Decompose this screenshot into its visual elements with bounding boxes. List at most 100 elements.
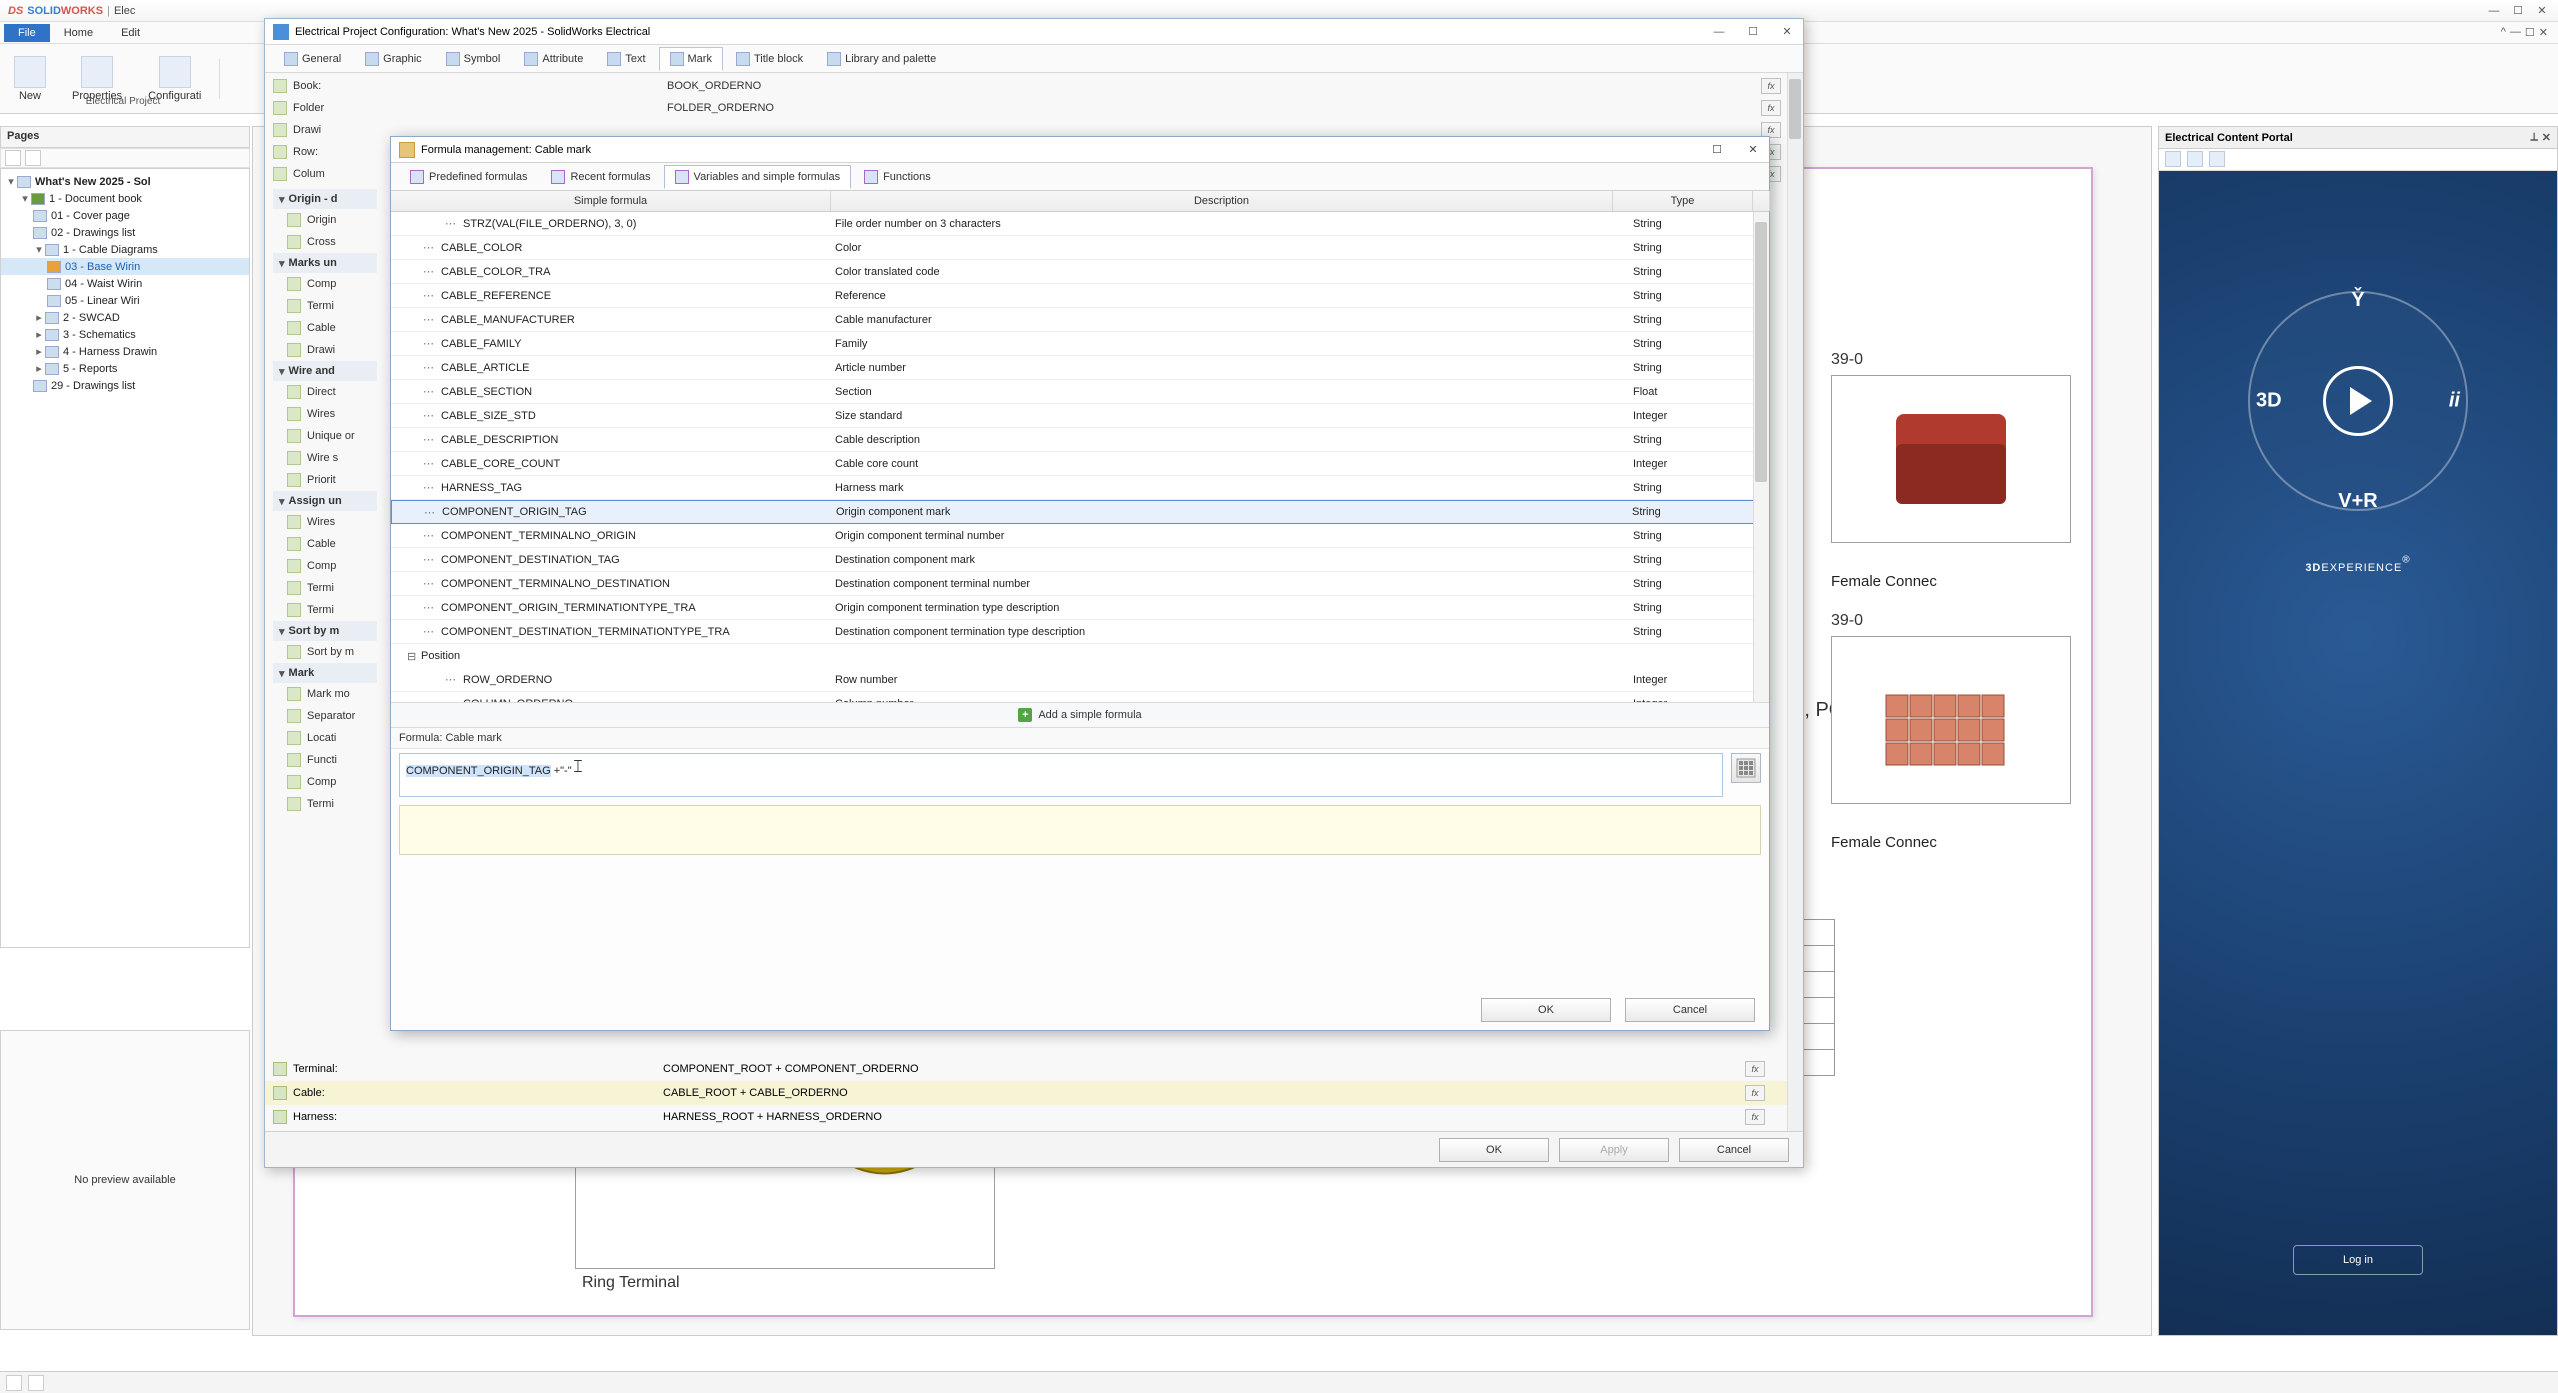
compass-play-button[interactable] — [2323, 366, 2393, 436]
add-simple-formula-button[interactable]: + Add a simple formula — [391, 702, 1769, 728]
config-cat-item[interactable]: Wires — [273, 403, 377, 425]
menu-file[interactable]: File — [4, 24, 50, 42]
menu-edit[interactable]: Edit — [107, 24, 154, 42]
formula-maximize[interactable]: ☐ — [1709, 142, 1725, 158]
formula-row[interactable]: ⋯ROW_ORDERNORow numberInteger — [391, 668, 1769, 692]
config-tab-text[interactable]: Text — [596, 47, 656, 71]
col-simple-formula[interactable]: Simple formula — [391, 191, 831, 211]
formula-row[interactable]: ⋯COMPONENT_ORIGIN_TAGOrigin component ma… — [391, 500, 1769, 524]
tree-swcad[interactable]: ▸2 - SWCAD — [1, 309, 249, 326]
win-maximize[interactable]: ☐ — [2510, 3, 2526, 19]
fx-button[interactable]: fx — [1745, 1061, 1765, 1077]
config-close[interactable]: ✕ — [1779, 24, 1795, 40]
pages-tool-1[interactable] — [5, 150, 21, 166]
menu-home[interactable]: Home — [50, 24, 107, 42]
config-maximize[interactable]: ☐ — [1745, 24, 1761, 40]
config-cat-item[interactable]: Origin — [273, 209, 377, 231]
ecp-globe-icon[interactable] — [2209, 151, 2225, 167]
config-bottom-row[interactable]: Harness:HARNESS_ROOT + HARNESS_ORDERNOfx — [265, 1105, 1787, 1129]
config-tab-title-block[interactable]: Title block — [725, 47, 814, 71]
status-search-icon[interactable] — [6, 1375, 22, 1391]
formula-ok-button[interactable]: OK — [1481, 998, 1611, 1022]
ecp-pin-icon[interactable]: ⟂ — [2530, 131, 2537, 144]
config-bottom-row[interactable]: Cable:CABLE_ROOT + CABLE_ORDERNOfx — [265, 1081, 1787, 1105]
formula-grid[interactable]: ⋯STRZ(VAL(FILE_ORDERNO), 3, 0)File order… — [391, 212, 1769, 702]
formula-tab-variables-and-simple-formulas[interactable]: Variables and simple formulas — [664, 165, 852, 189]
config-cat-item[interactable]: Termi — [273, 599, 377, 621]
config-cat-item[interactable]: Sort by m — [273, 641, 377, 663]
formula-row[interactable]: ⋯COMPONENT_TERMINALNO_DESTINATIONDestina… — [391, 572, 1769, 596]
config-cat-item[interactable]: Locati — [273, 727, 377, 749]
tree-drawings29[interactable]: 29 - Drawings list — [1, 377, 249, 394]
formula-tab-functions[interactable]: Functions — [853, 165, 942, 189]
formula-row[interactable]: ⋯CABLE_DESCRIPTIONCable descriptionStrin… — [391, 428, 1769, 452]
config-cat-item[interactable]: Termi — [273, 295, 377, 317]
compass-east[interactable]: ii — [2449, 390, 2460, 413]
field-value[interactable]: FOLDER_ORDERNO — [663, 102, 1761, 114]
tree-drawings-list[interactable]: 02 - Drawings list — [1, 224, 249, 241]
col-description[interactable]: Description — [831, 191, 1613, 211]
ecp-browse-icon[interactable] — [2187, 151, 2203, 167]
config-cat-item[interactable]: ▾Wire and — [273, 361, 377, 381]
tree-document-book[interactable]: ▾1 - Document book — [1, 190, 249, 207]
config-bottom-row[interactable]: Terminal:COMPONENT_ROOT + COMPONENT_ORDE… — [265, 1057, 1787, 1081]
formula-row[interactable]: ⋯COLUMN_ORDERNOColumn numberInteger — [391, 692, 1769, 702]
win-close[interactable]: ✕ — [2534, 3, 2550, 19]
ecp-close-icon[interactable]: ✕ — [2542, 131, 2551, 144]
config-tab-symbol[interactable]: Symbol — [435, 47, 512, 71]
compass-north[interactable]: Y̌ — [2351, 289, 2364, 312]
field-value[interactable]: BOOK_ORDERNO — [663, 80, 1761, 92]
fx-button[interactable]: fx — [1745, 1109, 1765, 1125]
pages-tree[interactable]: ▾What's New 2025 - Sol ▾1 - Document boo… — [0, 168, 250, 948]
pages-tool-2[interactable] — [25, 150, 41, 166]
config-cat-item[interactable]: Functi — [273, 749, 377, 771]
config-cat-item[interactable]: Comp — [273, 771, 377, 793]
compass-widget[interactable]: Y̌ V+R 3D ii — [2248, 291, 2468, 511]
config-scrollbar[interactable] — [1787, 73, 1803, 1131]
formula-dialog-titlebar[interactable]: Formula management: Cable mark ☐ ✕ — [391, 137, 1769, 163]
config-cat-item[interactable]: ▾Assign un — [273, 491, 377, 511]
formula-tab-recent-formulas[interactable]: Recent formulas — [540, 165, 661, 189]
config-cancel-button[interactable]: Cancel — [1679, 1138, 1789, 1162]
config-cat-item[interactable]: Mark mo — [273, 683, 377, 705]
config-cat-item[interactable]: Cable — [273, 533, 377, 555]
fx-button[interactable]: fx — [1745, 1085, 1765, 1101]
config-cat-item[interactable]: Wire s — [273, 447, 377, 469]
col-type[interactable]: Type — [1613, 191, 1753, 211]
fx-button[interactable]: fx — [1761, 100, 1781, 116]
formula-row[interactable]: ⋯STRZ(VAL(FILE_ORDERNO), 3, 0)File order… — [391, 212, 1769, 236]
config-cat-item[interactable]: ▾Origin - d — [273, 189, 377, 209]
config-tab-mark[interactable]: Mark — [659, 47, 723, 71]
formula-row[interactable]: ⋯CABLE_COLOR_TRAColor translated codeStr… — [391, 260, 1769, 284]
config-cat-item[interactable]: Termi — [273, 793, 377, 815]
compass-west[interactable]: 3D — [2256, 390, 2282, 413]
formula-row[interactable]: ⋯CABLE_MANUFACTURERCable manufacturerStr… — [391, 308, 1769, 332]
config-tab-attribute[interactable]: Attribute — [513, 47, 594, 71]
config-cat-item[interactable]: Cross — [273, 231, 377, 253]
ribbon-collapse-icon[interactable]: ^ — [2501, 26, 2506, 39]
formula-tab-predefined-formulas[interactable]: Predefined formulas — [399, 165, 538, 189]
status-refresh-icon[interactable] — [28, 1375, 44, 1391]
tree-waist-wiring[interactable]: 04 - Waist Wirin — [1, 275, 249, 292]
formula-row[interactable]: ⋯COMPONENT_DESTINATION_TERMINATIONTYPE_T… — [391, 620, 1769, 644]
config-cat-item[interactable]: Separator — [273, 705, 377, 727]
config-cat-item[interactable]: ▾Mark — [273, 663, 377, 683]
formula-category-position[interactable]: ⊟Position — [391, 644, 1769, 668]
tree-cable-diagrams[interactable]: ▾1 - Cable Diagrams — [1, 241, 249, 258]
config-field-row[interactable]: FolderFOLDER_ORDERNOfx — [273, 97, 1795, 119]
config-cat-item[interactable]: Cable — [273, 317, 377, 339]
tree-linear-wiring[interactable]: 05 - Linear Wiri — [1, 292, 249, 309]
config-cat-item[interactable]: Drawi — [273, 339, 377, 361]
ecp-home-icon[interactable] — [2165, 151, 2181, 167]
tree-root[interactable]: ▾What's New 2025 - Sol — [1, 173, 249, 190]
formula-row[interactable]: ⋯CABLE_SECTIONSectionFloat — [391, 380, 1769, 404]
ribbon-close-icon[interactable]: ✕ — [2539, 26, 2548, 39]
config-minimize[interactable]: — — [1711, 24, 1727, 40]
tree-base-wiring[interactable]: 03 - Base Wirin — [1, 258, 249, 275]
config-apply-button[interactable]: Apply — [1559, 1138, 1669, 1162]
config-dialog-titlebar[interactable]: Electrical Project Configuration: What's… — [265, 19, 1803, 45]
tree-schematics[interactable]: ▸3 - Schematics — [1, 326, 249, 343]
formula-row[interactable]: ⋯HARNESS_TAGHarness markString — [391, 476, 1769, 500]
fx-button[interactable]: fx — [1761, 78, 1781, 94]
ribbon-rest-icon[interactable]: ☐ — [2525, 26, 2535, 39]
